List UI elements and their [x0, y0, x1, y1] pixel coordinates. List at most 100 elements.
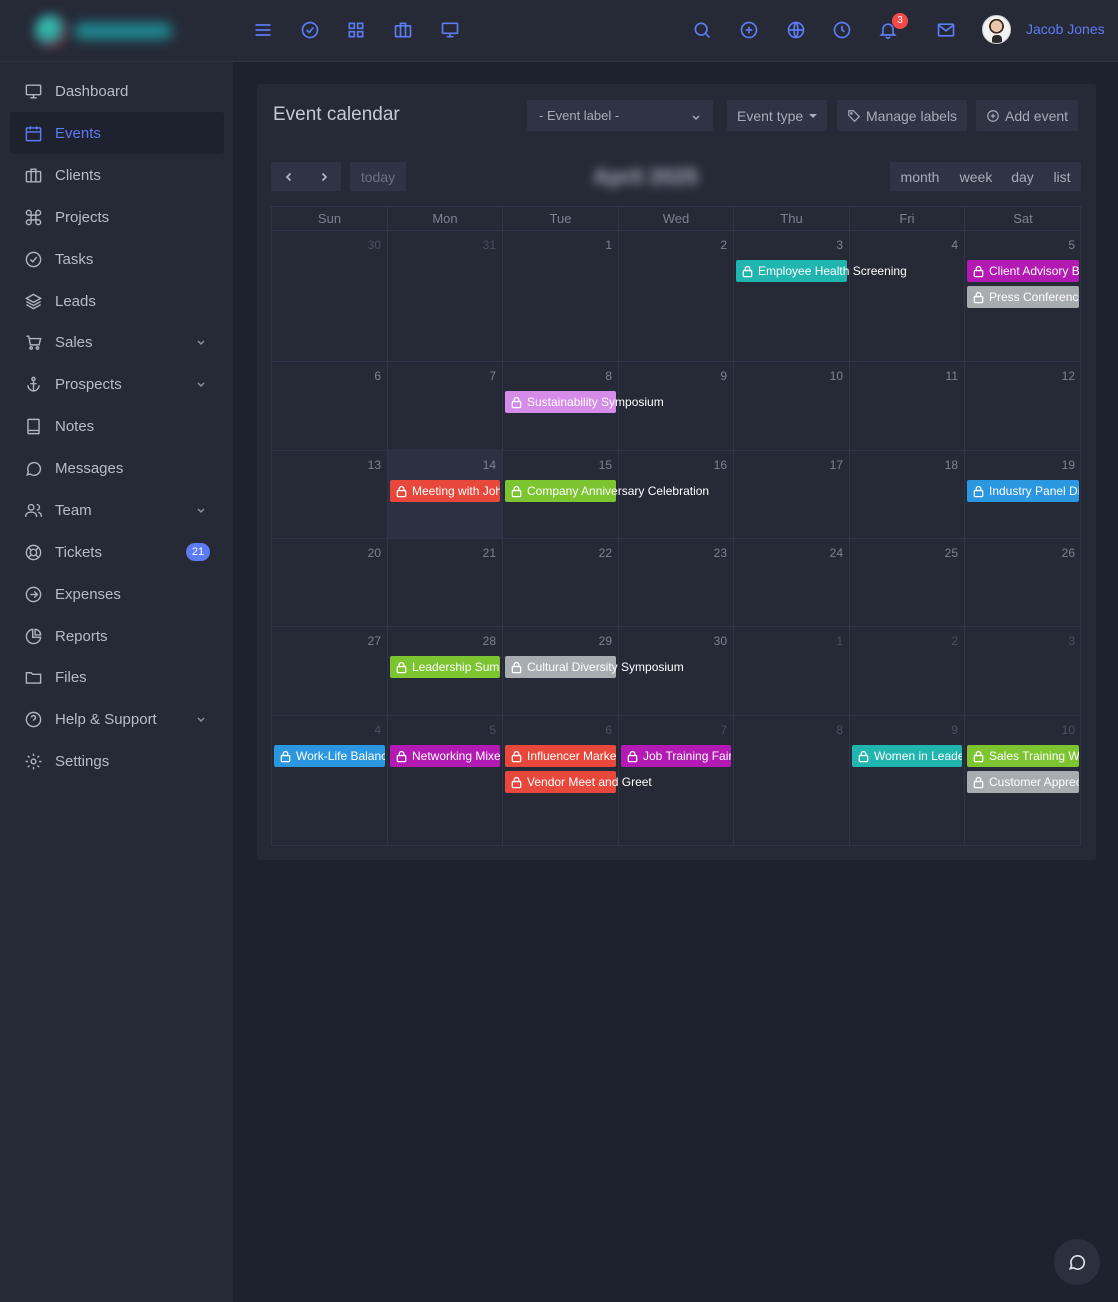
- day-cell[interactable]: 21: [387, 538, 502, 626]
- calendar-event[interactable]: Women in Leadership: [852, 745, 962, 767]
- day-number[interactable]: 4: [374, 723, 381, 737]
- day-number[interactable]: 9: [951, 723, 958, 737]
- day-number[interactable]: 28: [483, 634, 496, 648]
- day-cell[interactable]: 2: [849, 626, 964, 715]
- day-number[interactable]: 8: [836, 723, 843, 737]
- sidebar-item-clients[interactable]: Clients: [10, 154, 224, 196]
- calendar-event[interactable]: Networking Mixer: [390, 745, 500, 767]
- day-number[interactable]: 10: [830, 369, 843, 383]
- calendar-event[interactable]: Employee Health Screening: [736, 260, 907, 282]
- sidebar-item-prospects[interactable]: Prospects: [10, 363, 224, 405]
- calendar-event[interactable]: Client Advisory Board: [967, 260, 1079, 282]
- day-cell[interactable]: 3: [964, 626, 1081, 715]
- add-event-button[interactable]: Add event: [976, 100, 1079, 131]
- day-number[interactable]: 10: [1062, 723, 1075, 737]
- sidebar-item-team[interactable]: Team: [10, 489, 224, 531]
- day-number[interactable]: 1: [605, 238, 612, 252]
- day-cell[interactable]: 17: [733, 450, 849, 538]
- day-number[interactable]: 27: [368, 634, 381, 648]
- sidebar-item-projects[interactable]: Projects: [10, 196, 224, 238]
- mail-icon[interactable]: [934, 18, 958, 42]
- calendar-event[interactable]: Influencer Marketing: [505, 745, 616, 767]
- clock-icon[interactable]: [830, 18, 854, 42]
- grid-icon[interactable]: [344, 18, 368, 42]
- app-logo[interactable]: [28, 10, 178, 50]
- view-day-button[interactable]: day: [1002, 162, 1043, 191]
- day-number[interactable]: 3: [1068, 634, 1075, 648]
- day-cell[interactable]: 20: [271, 538, 387, 626]
- chat-button[interactable]: [1054, 1239, 1100, 1285]
- sidebar-item-notes[interactable]: Notes: [10, 405, 224, 447]
- day-number[interactable]: 7: [720, 723, 727, 737]
- calendar-event[interactable]: Sustainability Symposium: [505, 391, 664, 413]
- sidebar-item-expenses[interactable]: Expenses: [10, 573, 224, 615]
- sidebar-item-reports[interactable]: Reports: [10, 615, 224, 657]
- event-label-select[interactable]: - Event label -: [527, 100, 713, 131]
- briefcase-icon[interactable]: [391, 18, 415, 42]
- view-list-button[interactable]: list: [1043, 162, 1081, 191]
- day-number[interactable]: 9: [720, 369, 727, 383]
- calendar-event[interactable]: Leadership Summit: [390, 656, 500, 678]
- day-cell[interactable]: 4: [271, 715, 387, 846]
- day-number[interactable]: 30: [368, 238, 381, 252]
- day-cell[interactable]: 12: [964, 361, 1081, 450]
- day-number[interactable]: 29: [599, 634, 612, 648]
- day-number[interactable]: 4: [951, 238, 958, 252]
- event-type-dropdown[interactable]: Event type: [727, 100, 828, 131]
- day-cell[interactable]: 31: [387, 230, 502, 361]
- calendar-event[interactable]: Vendor Meet and Greet: [505, 771, 652, 793]
- day-cell[interactable]: 3: [733, 230, 849, 361]
- day-cell[interactable]: 1: [502, 230, 618, 361]
- day-number[interactable]: 17: [830, 458, 843, 472]
- day-cell[interactable]: 5: [387, 715, 502, 846]
- day-number[interactable]: 21: [483, 546, 496, 560]
- day-cell[interactable]: 27: [271, 626, 387, 715]
- day-cell[interactable]: 2: [618, 230, 733, 361]
- monitor-icon[interactable]: [438, 18, 462, 42]
- view-week-button[interactable]: week: [950, 162, 1002, 191]
- day-number[interactable]: 13: [368, 458, 381, 472]
- next-button[interactable]: [306, 162, 341, 191]
- calendar-event[interactable]: Job Training Fair: [621, 745, 731, 767]
- day-number[interactable]: 6: [605, 723, 612, 737]
- day-cell[interactable]: 1: [733, 626, 849, 715]
- day-cell[interactable]: 7: [387, 361, 502, 450]
- day-number[interactable]: 23: [714, 546, 727, 560]
- day-number[interactable]: 8: [605, 369, 612, 383]
- day-number[interactable]: 5: [1068, 238, 1075, 252]
- calendar-event[interactable]: Work-Life Balance: [274, 745, 385, 767]
- manage-labels-button[interactable]: Manage labels: [837, 100, 968, 131]
- sidebar-item-settings[interactable]: Settings: [10, 740, 224, 782]
- day-number[interactable]: 3: [836, 238, 843, 252]
- sidebar-item-events[interactable]: Events: [10, 112, 224, 154]
- day-number[interactable]: 22: [599, 546, 612, 560]
- calendar-event[interactable]: Meeting with John: [390, 480, 500, 502]
- add-circle-icon[interactable]: [737, 18, 761, 42]
- today-button[interactable]: today: [350, 162, 406, 191]
- globe-icon[interactable]: [784, 18, 808, 42]
- day-cell[interactable]: 22: [502, 538, 618, 626]
- day-number[interactable]: 31: [483, 238, 496, 252]
- day-number[interactable]: 26: [1062, 546, 1075, 560]
- day-number[interactable]: 14: [483, 458, 496, 472]
- day-cell[interactable]: 10: [733, 361, 849, 450]
- day-cell[interactable]: 8: [733, 715, 849, 846]
- view-month-button[interactable]: month: [890, 162, 950, 191]
- day-number[interactable]: 25: [945, 546, 958, 560]
- calendar-event[interactable]: Company Anniversary Celebration: [505, 480, 709, 502]
- day-number[interactable]: 16: [714, 458, 727, 472]
- sidebar-item-sales[interactable]: Sales: [10, 321, 224, 363]
- search-icon[interactable]: [690, 18, 714, 42]
- avatar[interactable]: [982, 15, 1011, 44]
- user-name[interactable]: Jacob Jones: [1026, 21, 1105, 37]
- day-cell[interactable]: 30: [271, 230, 387, 361]
- sidebar-item-leads[interactable]: Leads: [10, 280, 224, 322]
- calendar-event[interactable]: Industry Panel Discussion: [967, 480, 1079, 502]
- menu-toggle-icon[interactable]: [251, 18, 275, 42]
- day-cell[interactable]: 24: [733, 538, 849, 626]
- check-circle-icon[interactable]: [298, 18, 322, 42]
- sidebar-item-dashboard[interactable]: Dashboard: [10, 70, 224, 112]
- day-number[interactable]: 30: [714, 634, 727, 648]
- day-number[interactable]: 2: [951, 634, 958, 648]
- calendar-event[interactable]: Press Conference: [967, 286, 1079, 308]
